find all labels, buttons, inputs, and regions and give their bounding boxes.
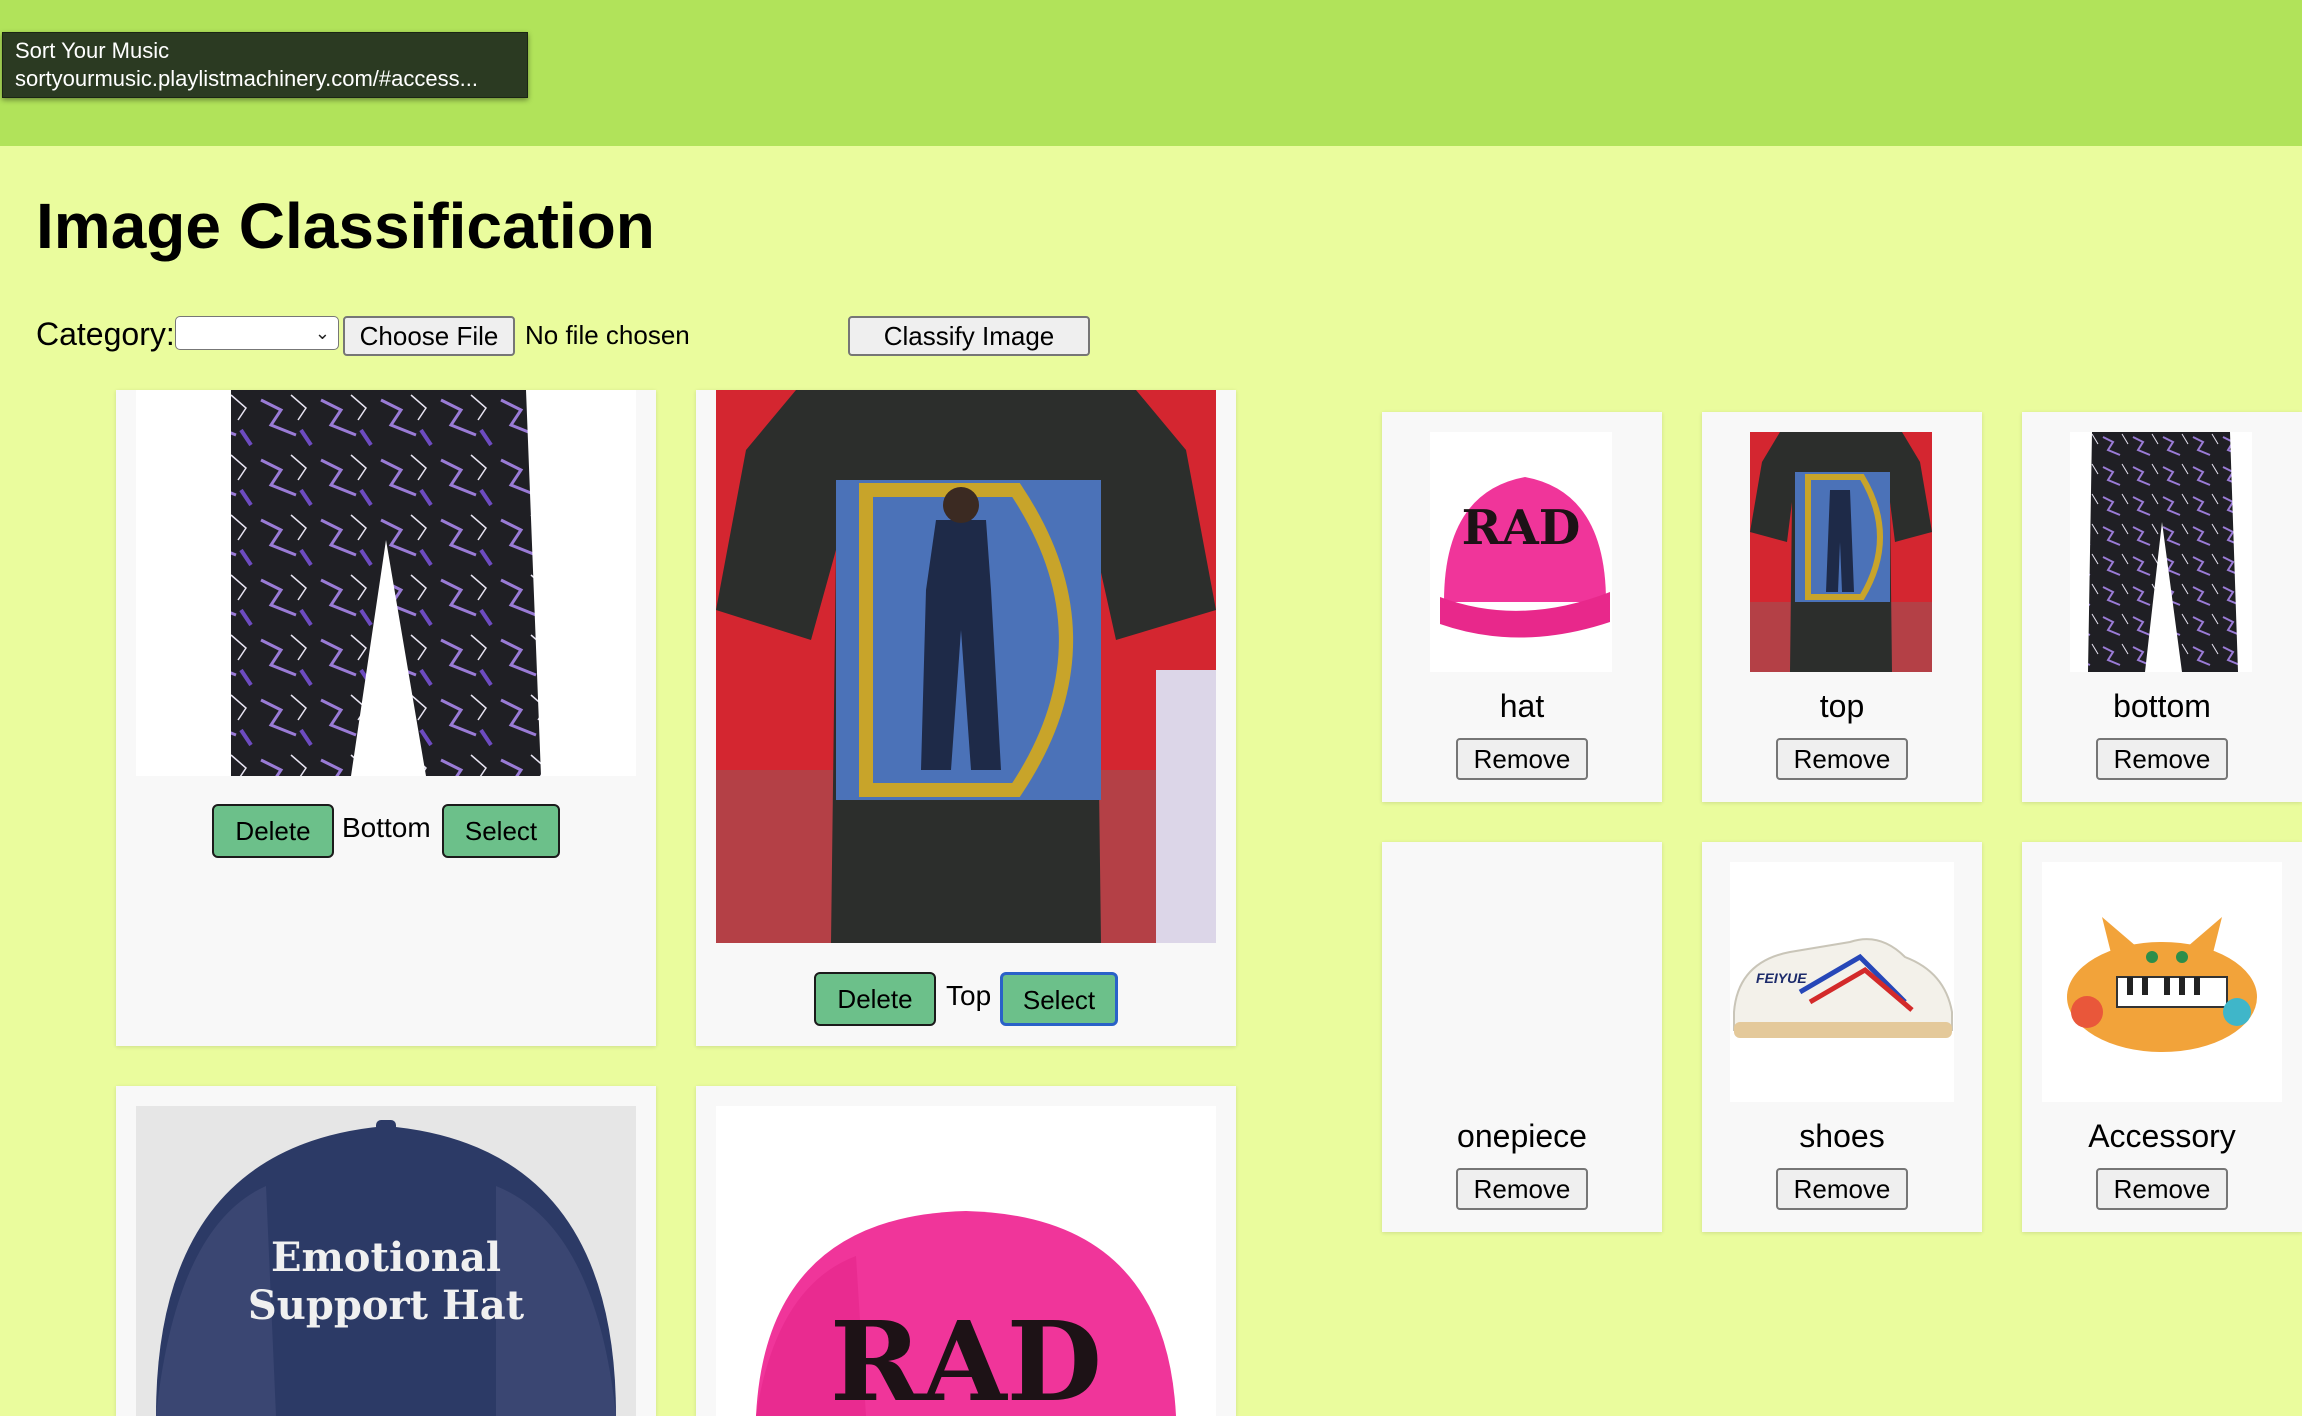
category-card-onepiece: onepiece Remove bbox=[1382, 842, 1662, 1232]
category-select[interactable]: ⌄ bbox=[175, 316, 339, 350]
remove-button[interactable]: Remove bbox=[1456, 738, 1588, 780]
category-card-top: top Remove bbox=[1702, 412, 1982, 802]
sneaker-thumb: FEIYUE bbox=[1730, 862, 1954, 1102]
category-name: Accessory bbox=[2088, 1118, 2236, 1154]
page-title: Image Classification bbox=[36, 190, 655, 262]
delete-button[interactable]: Delete bbox=[814, 972, 936, 1026]
category-name: shoes bbox=[1799, 1118, 1885, 1154]
category-card-hat: RAD hat Remove bbox=[1382, 412, 1662, 802]
hat-text-line1: Emotional bbox=[270, 1234, 502, 1281]
lightning-pants-image bbox=[136, 390, 636, 776]
item-card: Delete Top Select bbox=[696, 390, 1236, 1046]
rad-thumb-text: RAD bbox=[1461, 500, 1581, 556]
item-category-label: Top bbox=[946, 980, 992, 1011]
emotional-support-hat-image: Emotional Support Hat bbox=[136, 1106, 636, 1416]
select-button[interactable]: Select bbox=[442, 804, 560, 858]
remove-button[interactable]: Remove bbox=[2096, 1168, 2228, 1210]
lightning-pants-thumb bbox=[2070, 432, 2252, 672]
select-button[interactable]: Select bbox=[1000, 972, 1118, 1026]
rad-text: RAD bbox=[829, 1297, 1103, 1416]
classify-image-button[interactable]: Classify Image bbox=[848, 316, 1090, 356]
tooltip-url: sortyourmusic.playlistmachinery.com/#acc… bbox=[15, 66, 478, 91]
category-name: top bbox=[1819, 688, 1865, 724]
item-card: RAD bbox=[696, 1086, 1236, 1416]
chevron-down-icon: ⌄ bbox=[314, 323, 330, 343]
tooltip-title: Sort Your Music bbox=[15, 38, 170, 63]
hat-text-line2: Support Hat bbox=[247, 1282, 525, 1329]
cat-piano-thumb bbox=[2042, 862, 2282, 1102]
category-card-shoes: FEIYUE shoes Remove bbox=[1702, 842, 1982, 1232]
category-card-bottom: bottom Remove bbox=[2022, 412, 2302, 802]
pink-rad-hat-thumb: RAD bbox=[1430, 432, 1612, 672]
empty-thumb bbox=[1430, 862, 1612, 1102]
item-card: Emotional Support Hat bbox=[116, 1086, 656, 1416]
feiyue-text: FEIYUE bbox=[1756, 970, 1807, 986]
graphic-tshirt-image bbox=[716, 390, 1216, 943]
item-card: Delete Bottom Select bbox=[116, 390, 656, 1046]
item-category-label: Bottom bbox=[342, 812, 431, 843]
delete-button[interactable]: Delete bbox=[212, 804, 334, 858]
hat-text: Emotional Support Hat bbox=[136, 1234, 636, 1330]
upload-form: Category: ⌄ Choose File No file chosen C… bbox=[36, 312, 1136, 356]
link-tooltip: Sort Your Music sortyourmusic.playlistma… bbox=[2, 32, 528, 98]
item-controls: Delete Bottom Select bbox=[116, 804, 656, 860]
category-name: hat bbox=[1499, 688, 1545, 724]
category-name: bottom bbox=[2113, 688, 2211, 724]
remove-button[interactable]: Remove bbox=[1776, 1168, 1908, 1210]
category-label: Category: bbox=[36, 316, 175, 352]
category-card-accessory: Accessory Remove bbox=[2022, 842, 2302, 1232]
category-name: onepiece bbox=[1457, 1118, 1587, 1154]
pink-rad-hat-image: RAD bbox=[716, 1106, 1216, 1416]
choose-file-button[interactable]: Choose File bbox=[343, 316, 515, 356]
remove-button[interactable]: Remove bbox=[1456, 1168, 1588, 1210]
tshirt-thumb bbox=[1750, 432, 1932, 672]
file-status-text: No file chosen bbox=[525, 320, 690, 350]
remove-button[interactable]: Remove bbox=[1776, 738, 1908, 780]
item-controls: Delete Top Select bbox=[696, 972, 1236, 1028]
remove-button[interactable]: Remove bbox=[2096, 738, 2228, 780]
